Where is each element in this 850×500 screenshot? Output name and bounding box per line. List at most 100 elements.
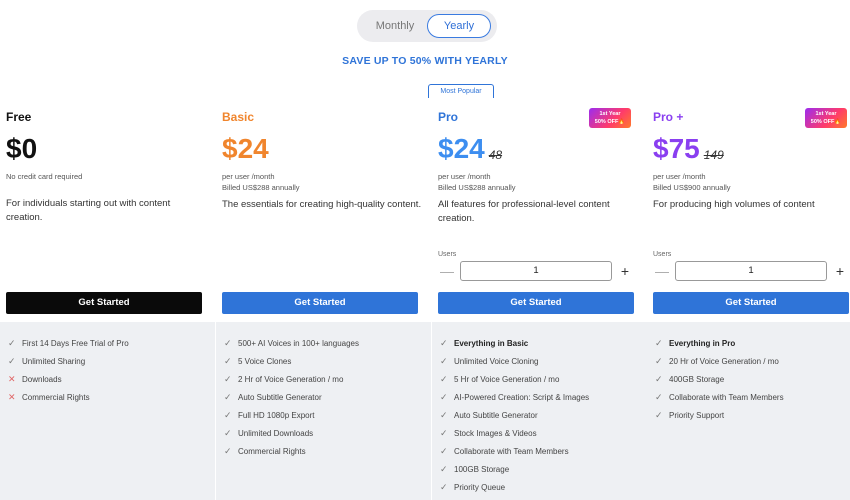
feature-text: 20 Hr of Voice Generation / mo xyxy=(669,356,779,366)
feature-text: AI-Powered Creation: Script & Images xyxy=(454,392,590,402)
fire-icon: 🔥 xyxy=(834,119,842,125)
billing-note: Billed US$288 annually xyxy=(438,183,516,192)
x-icon: ✕ xyxy=(8,391,16,402)
check-icon: ✓ xyxy=(8,355,16,366)
users-label: Users xyxy=(653,251,672,258)
check-icon: ✓ xyxy=(655,337,663,348)
list-item: ✓ Priority Queue xyxy=(440,478,639,496)
x-icon: ✕ xyxy=(8,373,16,384)
check-icon: ✓ xyxy=(224,409,232,420)
get-started-button[interactable]: Get Started xyxy=(438,292,634,314)
price: $0 xyxy=(6,134,209,164)
users-stepper: Users — 1 + xyxy=(438,251,638,281)
plan-name: Free xyxy=(6,110,32,124)
users-stepper: Users — 1 + xyxy=(653,251,850,281)
check-icon: ✓ xyxy=(8,337,16,348)
check-icon: ✓ xyxy=(440,373,448,384)
price-period: per user /month xyxy=(222,172,275,181)
list-item: ✓ Unlimited Voice Cloning xyxy=(440,352,639,370)
get-started-button[interactable]: Get Started xyxy=(6,292,202,314)
feature-text: Collaborate with Team Members xyxy=(454,446,569,456)
check-icon: ✓ xyxy=(655,355,663,366)
plus-button[interactable]: + xyxy=(831,261,849,281)
price-period: per user /month xyxy=(438,172,491,181)
badge-line-2: 50% OFF🔥 xyxy=(810,119,842,125)
feature-text: 5 Hr of Voice Generation / mo xyxy=(454,374,560,384)
billing-toggle[interactable]: Monthly Yearly xyxy=(357,10,497,42)
list-item: ✓ 5 Hr of Voice Generation / mo xyxy=(440,370,639,388)
feature-text: 5 Voice Clones xyxy=(238,356,292,366)
discount-badge: 1st Year 50% OFF🔥 xyxy=(589,108,631,128)
list-item: ✓ First 14 Days Free Trial of Pro xyxy=(8,334,207,352)
check-icon: ✓ xyxy=(440,463,448,474)
discount-badge: 1st Year 50% OFF🔥 xyxy=(805,108,847,128)
feature-text: Unlimited Sharing xyxy=(22,356,86,366)
feature-text: Commercial Rights xyxy=(238,446,306,456)
feature-text: 2 Hr of Voice Generation / mo xyxy=(238,374,344,384)
price-amount: $75 xyxy=(653,133,700,164)
get-started-button[interactable]: Get Started xyxy=(222,292,418,314)
feature-text: Unlimited Downloads xyxy=(238,428,314,438)
check-icon: ✓ xyxy=(440,445,448,456)
check-icon: ✓ xyxy=(440,391,448,402)
plus-button[interactable]: + xyxy=(616,261,634,281)
save-banner: SAVE UP TO 50% WITH YEARLY xyxy=(342,55,508,67)
feature-text: Auto Subtitle Generator xyxy=(454,410,538,420)
users-input[interactable]: 1 xyxy=(675,261,827,281)
check-icon: ✓ xyxy=(224,373,232,384)
check-icon: ✓ xyxy=(440,427,448,438)
plan-description: All features for professional-level cont… xyxy=(438,199,610,224)
badge-line-1: 1st Year xyxy=(815,111,837,117)
list-item: ✓ 20 Hr of Voice Generation / mo xyxy=(655,352,850,370)
feature-text: 500+ AI Voices in 100+ languages xyxy=(238,338,359,348)
feature-list: ✓ 500+ AI Voices in 100+ languages ✓ 5 Voi… xyxy=(216,322,431,500)
minus-button[interactable]: — xyxy=(653,261,671,281)
plan-card-basic: Basic $24 per user /month Billed US$288 … xyxy=(216,98,431,500)
minus-button[interactable]: — xyxy=(438,261,456,281)
fire-icon: 🔥 xyxy=(618,119,626,125)
price: $24 48 xyxy=(438,134,641,164)
list-item: ✓ Collaborate with Team Members xyxy=(440,442,639,460)
feature-text: Unlimited Voice Cloning xyxy=(454,356,539,366)
old-price: 48 xyxy=(488,148,503,162)
price-amount: $0 xyxy=(6,133,38,164)
check-icon: ✓ xyxy=(440,481,448,492)
price-amount: $24 xyxy=(438,133,485,164)
list-item: ✓ Unlimited Downloads xyxy=(224,424,423,442)
feature-text: 100GB Storage xyxy=(454,464,510,474)
price-period: per user /month xyxy=(653,172,706,181)
feature-list: ✓ Everything in Basic ✓ Unlimited Voice Cl… xyxy=(432,322,647,500)
users-input[interactable]: 1 xyxy=(460,261,612,281)
yearly-option[interactable]: Yearly xyxy=(427,14,491,38)
old-price: 149 xyxy=(703,148,724,162)
feature-text: Auto Subtitle Generator xyxy=(238,392,322,402)
feature-text: Collaborate with Team Members xyxy=(669,392,784,402)
badge-line-1: 1st Year xyxy=(599,111,621,117)
list-item: ✓ 400GB Storage xyxy=(655,370,850,388)
badge-line-2: 50% OFF🔥 xyxy=(594,119,626,125)
monthly-option[interactable]: Monthly xyxy=(363,14,427,38)
plan-card-pro: Pro 1st Year 50% OFF🔥 $24 48 per user /m… xyxy=(432,98,647,500)
list-item: ✓ Priority Support xyxy=(655,406,850,424)
feature-list: ✓ Everything in Pro ✓ 20 Hr of Voice Gener… xyxy=(647,322,850,500)
billing-note: Billed US$900 annually xyxy=(653,183,731,192)
price-amount: $24 xyxy=(222,133,269,164)
plan-description: For producing high volumes of content xyxy=(653,199,815,210)
check-icon: ✓ xyxy=(224,427,232,438)
check-icon: ✓ xyxy=(655,373,663,384)
list-item: ✓ Unlimited Sharing xyxy=(8,352,207,370)
list-item: ✓ Everything in Pro xyxy=(655,334,850,352)
plan-description: For individuals starting out with conten… xyxy=(6,198,171,223)
feature-text: Full HD 1080p Export xyxy=(238,410,315,420)
feature-text: Commercial Rights xyxy=(22,392,90,402)
list-item: ✓ 100GB Storage xyxy=(440,460,639,478)
billing-note: Billed US$288 annually xyxy=(222,183,300,192)
plan-name: Basic xyxy=(222,110,255,124)
plan-description: The essentials for creating high-quality… xyxy=(222,199,422,210)
feature-text: Priority Queue xyxy=(454,482,506,492)
check-icon: ✓ xyxy=(440,409,448,420)
get-started-button[interactable]: Get Started xyxy=(653,292,849,314)
most-popular-tab: Most Popular xyxy=(428,84,494,98)
list-item: ✓ Everything in Basic xyxy=(440,334,639,352)
list-item: ✓ 5 Voice Clones xyxy=(224,352,423,370)
